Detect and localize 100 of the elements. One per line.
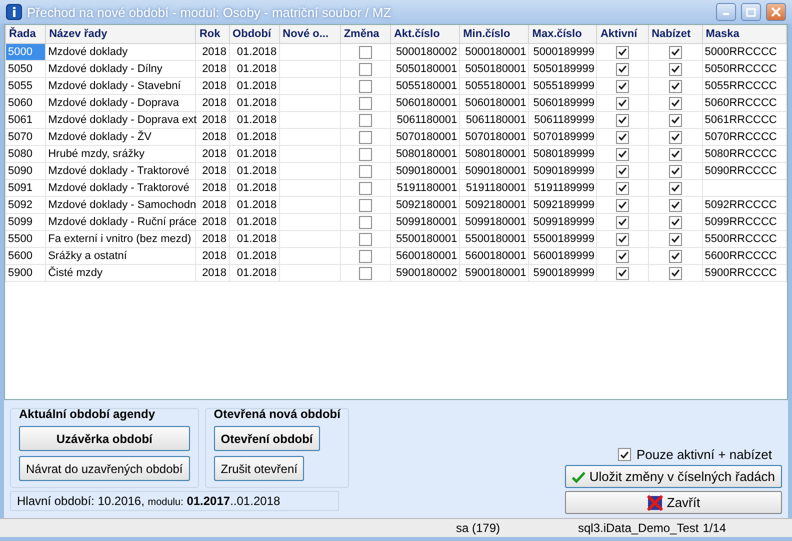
checkbox[interactable] — [616, 62, 630, 76]
checkbox[interactable] — [616, 250, 630, 262]
column-header[interactable]: Nové o... — [279, 25, 340, 44]
checkbox[interactable] — [668, 46, 682, 58]
table-cell[interactable]: 5500 — [6, 230, 46, 248]
table-cell: 5191180001 — [390, 180, 460, 196]
table-cell: 01.2018 — [229, 264, 280, 282]
checkbox[interactable] — [358, 266, 372, 280]
table-cell: Čisté mzdy — [46, 264, 196, 282]
save-button[interactable]: Uložit změny v číselných řadách — [565, 465, 782, 488]
checkbox[interactable] — [358, 80, 372, 92]
checkbox[interactable] — [668, 62, 682, 76]
table-cell: 5099189999 — [528, 214, 597, 230]
action-button[interactable]: Uzávěrka období — [19, 426, 190, 451]
checkbox[interactable] — [358, 114, 372, 126]
table-cell: 5061RRCCCC — [702, 112, 786, 128]
table-cell: 5099RRCCCC — [702, 214, 786, 230]
table-cell[interactable]: 5600 — [6, 248, 46, 264]
column-header[interactable]: Rok — [196, 25, 230, 44]
checkbox[interactable] — [668, 130, 682, 144]
close-button[interactable] — [766, 3, 786, 21]
table-cell[interactable]: 5092 — [6, 196, 46, 214]
close-dialog-button[interactable]: Zavřít — [565, 491, 782, 514]
action-button[interactable]: Návrat do uzavřených období — [19, 456, 190, 481]
checkbox[interactable] — [668, 114, 682, 126]
checkbox[interactable] — [668, 250, 682, 262]
table-cell: 5000189999 — [528, 44, 597, 60]
table-cell: 5055RRCCCC — [702, 78, 786, 94]
table-cell[interactable]: 5055 — [6, 78, 46, 94]
column-header[interactable]: Maska — [702, 25, 786, 44]
checkbox[interactable] — [616, 266, 630, 280]
table-cell: 2018 — [196, 162, 230, 180]
checkbox[interactable] — [358, 130, 372, 144]
minimize-button[interactable] — [716, 3, 736, 21]
maximize-button[interactable] — [741, 3, 761, 21]
checkbox[interactable] — [668, 148, 682, 160]
checkbox[interactable] — [358, 198, 372, 212]
action-button[interactable]: Zrušit otevření — [214, 456, 304, 481]
table-cell[interactable]: 5060 — [6, 94, 46, 112]
checkbox[interactable] — [668, 232, 682, 246]
column-header[interactable]: Období — [229, 25, 280, 44]
checkbox[interactable] — [616, 46, 630, 58]
table-cell: 5060RRCCCC — [702, 94, 786, 112]
checkbox[interactable] — [668, 216, 682, 228]
table-cell: 5092RRCCCC — [702, 196, 786, 214]
column-header[interactable]: Název řady — [46, 25, 196, 44]
table-cell: 2018 — [196, 112, 230, 128]
checkbox[interactable] — [668, 198, 682, 212]
checkbox[interactable] — [616, 80, 630, 92]
table-cell[interactable]: 5091 — [6, 180, 46, 196]
table-cell: 5070RRCCCC — [702, 128, 786, 146]
table-cell[interactable]: 5080 — [6, 146, 46, 162]
column-header[interactable]: Max.číslo — [528, 25, 597, 44]
table-cell: 5080RRCCCC — [702, 146, 786, 162]
checkbox[interactable] — [668, 80, 682, 92]
table-cell[interactable]: 5099 — [6, 214, 46, 230]
maximize-icon — [746, 8, 756, 16]
checkbox[interactable] — [358, 96, 372, 110]
checkbox[interactable] — [358, 250, 372, 262]
checkbox[interactable] — [358, 164, 372, 178]
checkbox[interactable] — [616, 198, 630, 212]
table-cell: 5055189999 — [528, 78, 597, 94]
checkbox[interactable] — [358, 182, 372, 194]
table-cell: 5061180001 — [390, 112, 460, 128]
column-header[interactable]: Změna — [340, 25, 390, 44]
column-header[interactable]: Akt.číslo — [390, 25, 460, 44]
checkbox[interactable] — [616, 96, 630, 110]
checkbox[interactable] — [616, 164, 630, 178]
table-cell: 5600189999 — [528, 248, 597, 264]
checkbox[interactable] — [618, 448, 632, 461]
checkbox[interactable] — [616, 114, 630, 126]
table-cell: 01.2018 — [229, 94, 280, 112]
checkbox[interactable] — [668, 164, 682, 178]
checkbox[interactable] — [668, 266, 682, 280]
column-header[interactable]: Min.číslo — [460, 25, 529, 44]
table-cell: Fa externí i vnitro (bez mezd) — [46, 230, 196, 248]
column-header[interactable]: Řada — [6, 25, 46, 44]
checkbox[interactable] — [358, 232, 372, 246]
checkbox[interactable] — [668, 96, 682, 110]
checkbox[interactable] — [358, 148, 372, 160]
table-cell[interactable]: 5090 — [6, 162, 46, 180]
checkbox[interactable] — [616, 182, 630, 194]
checkbox[interactable] — [616, 130, 630, 144]
checkbox[interactable] — [668, 182, 682, 194]
table-cell[interactable]: 5050 — [6, 60, 46, 78]
filter-checkbox[interactable]: Pouze aktivní + nabízet — [618, 447, 772, 462]
table-cell[interactable]: 5070 — [6, 128, 46, 146]
column-header[interactable]: Aktivní — [596, 25, 648, 44]
table-cell[interactable]: 5900 — [6, 264, 46, 282]
checkbox[interactable] — [616, 232, 630, 246]
column-header[interactable]: Nabízet — [648, 25, 702, 44]
checkbox[interactable] — [616, 148, 630, 160]
table-cell[interactable]: 5061 — [6, 112, 46, 128]
checkbox[interactable] — [616, 216, 630, 228]
action-button[interactable]: Otevření období — [214, 426, 320, 451]
table-cell: 5191189999 — [528, 180, 597, 196]
checkbox[interactable] — [358, 62, 372, 76]
checkbox[interactable] — [358, 216, 372, 228]
checkbox[interactable] — [358, 46, 372, 58]
table-cell: Mzdové doklady - Doprava — [46, 94, 196, 112]
